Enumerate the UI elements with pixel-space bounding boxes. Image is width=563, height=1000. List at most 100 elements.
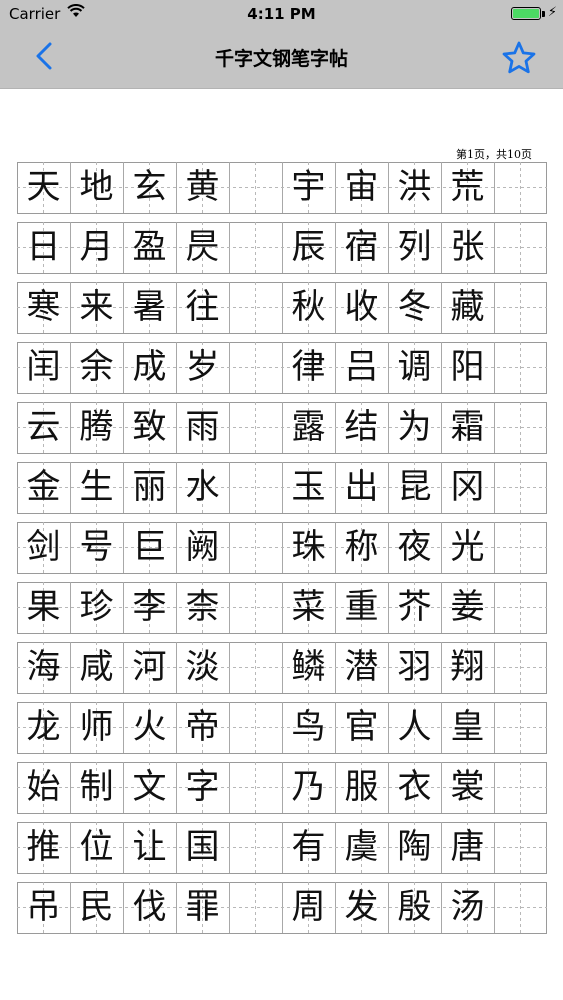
copybook-character: 字 bbox=[185, 767, 220, 807]
copybook-character: 岁 bbox=[185, 347, 220, 387]
copybook-character: 地 bbox=[79, 167, 114, 207]
copybook-character: 河 bbox=[132, 647, 167, 687]
copybook-character: 重 bbox=[344, 587, 379, 627]
copybook-character: 成 bbox=[132, 347, 167, 387]
star-icon bbox=[502, 41, 536, 74]
copybook-character: 吕 bbox=[344, 347, 379, 387]
copybook-character: 列 bbox=[397, 227, 432, 267]
copybook-character: 冬 bbox=[397, 287, 432, 327]
copybook-character: 云 bbox=[26, 407, 61, 447]
copybook-character: 律 bbox=[291, 347, 326, 387]
copybook-character: 汤 bbox=[450, 887, 485, 927]
copybook-character: 衣 bbox=[397, 767, 432, 807]
copybook-character: 金 bbox=[26, 467, 61, 507]
copybook-character: 国 bbox=[185, 827, 220, 867]
copybook-character: 淡 bbox=[185, 647, 220, 687]
copybook-character: 为 bbox=[397, 407, 432, 447]
copybook-character: 月 bbox=[79, 227, 114, 267]
copybook-character: 玉 bbox=[291, 467, 326, 507]
copybook-character: 始 bbox=[26, 767, 61, 807]
copybook-character: 辰 bbox=[291, 227, 326, 267]
copybook-character: 霜 bbox=[450, 407, 485, 447]
copybook-character: 阳 bbox=[450, 347, 485, 387]
copybook-character: 虞 bbox=[344, 827, 379, 867]
copybook-character: 龙 bbox=[26, 707, 61, 747]
copybook-character: 位 bbox=[79, 827, 114, 867]
copybook-character: 鸟 bbox=[291, 707, 326, 747]
copybook-character: 调 bbox=[397, 347, 432, 387]
copybook-character: 余 bbox=[79, 347, 114, 387]
copybook-character: 推 bbox=[26, 827, 61, 867]
copybook-character: 让 bbox=[132, 827, 167, 867]
copybook-character: 昆 bbox=[397, 467, 432, 507]
copybook-character: 宙 bbox=[344, 167, 379, 207]
copybook-character: 天 bbox=[26, 167, 61, 207]
page-title: 千字文钢笔字帖 bbox=[214, 48, 348, 70]
status-time: 4:11 PM bbox=[247, 5, 316, 23]
copybook-character: 秋 bbox=[291, 287, 326, 327]
copybook-character: 咸 bbox=[79, 647, 114, 687]
copybook-character: 露 bbox=[291, 407, 326, 447]
copybook-character: 致 bbox=[132, 407, 167, 447]
copybook-character: 周 bbox=[291, 887, 326, 927]
copybook-character: 人 bbox=[397, 707, 432, 747]
copybook-character: 伐 bbox=[132, 887, 167, 927]
copybook-character: 昃 bbox=[185, 227, 220, 267]
bolt-icon: ⚡ bbox=[547, 5, 557, 20]
copybook-character: 芥 bbox=[397, 587, 432, 627]
copybook-character: 珍 bbox=[79, 587, 114, 627]
copybook-character: 皇 bbox=[450, 707, 485, 747]
copybook-character: 乃 bbox=[291, 767, 326, 807]
top-bar: Carrier 4:11 PM ⚡ 千字文钢笔字帖 bbox=[0, 0, 563, 89]
copybook-character: 唐 bbox=[450, 827, 485, 867]
copybook-character: 雨 bbox=[185, 407, 220, 447]
copybook-character: 冈 bbox=[450, 467, 485, 507]
copybook-character: 阙 bbox=[185, 527, 220, 567]
copybook-character: 洪 bbox=[397, 167, 432, 207]
copybook-character: 陶 bbox=[397, 827, 432, 867]
copybook-character: 服 bbox=[344, 767, 379, 807]
copybook-character: 柰 bbox=[185, 587, 220, 627]
copybook-character: 民 bbox=[79, 887, 114, 927]
copybook-character: 姜 bbox=[450, 587, 485, 627]
copybook-character: 罪 bbox=[185, 887, 220, 927]
copybook-character: 荒 bbox=[450, 167, 485, 207]
page-indicator: 第1页，共10页 bbox=[456, 148, 532, 161]
copybook-character: 师 bbox=[79, 707, 114, 747]
copybook-character: 暑 bbox=[132, 287, 167, 327]
copybook-character: 藏 bbox=[450, 287, 485, 327]
copybook-character: 张 bbox=[450, 227, 485, 267]
copybook-character: 羽 bbox=[397, 647, 432, 687]
status-bar: Carrier 4:11 PM ⚡ bbox=[0, 0, 563, 28]
copybook-character: 官 bbox=[344, 707, 379, 747]
favorite-button[interactable] bbox=[501, 40, 537, 76]
copybook-character: 来 bbox=[79, 287, 114, 327]
battery-icon bbox=[511, 7, 541, 20]
copybook-character: 李 bbox=[132, 587, 167, 627]
copybook-character: 夜 bbox=[397, 527, 432, 567]
copybook-character: 制 bbox=[79, 767, 114, 807]
copybook-character: 火 bbox=[132, 707, 167, 747]
copybook-character: 果 bbox=[26, 587, 61, 627]
copybook-character: 称 bbox=[344, 527, 379, 567]
copybook-character: 巨 bbox=[132, 527, 167, 567]
copybook-character: 海 bbox=[26, 647, 61, 687]
copybook-grid: 天地玄黄 宇宙洪荒日月盈昃 辰宿列张寒来暑往 秋收冬藏闰余成岁 律吕调阳云腾致雨 露结为霜… bbox=[17, 162, 547, 937]
copybook-character: 光 bbox=[450, 527, 485, 567]
copybook-character: 菜 bbox=[291, 587, 326, 627]
battery-tip bbox=[542, 11, 545, 17]
copybook-character: 潜 bbox=[344, 647, 379, 687]
copybook-character: 帝 bbox=[185, 707, 220, 747]
copybook-character: 裳 bbox=[450, 767, 485, 807]
copybook-character: 剑 bbox=[26, 527, 61, 567]
copybook-character: 收 bbox=[344, 287, 379, 327]
copybook-character: 翔 bbox=[450, 647, 485, 687]
copybook-character: 玄 bbox=[132, 167, 167, 207]
copybook-character: 盈 bbox=[132, 227, 167, 267]
copybook-character: 黄 bbox=[185, 167, 220, 207]
copybook-character: 腾 bbox=[79, 407, 114, 447]
copybook-character: 日 bbox=[26, 227, 61, 267]
copybook-character: 往 bbox=[185, 287, 220, 327]
copybook-character: 发 bbox=[344, 887, 379, 927]
copybook-character: 珠 bbox=[291, 527, 326, 567]
